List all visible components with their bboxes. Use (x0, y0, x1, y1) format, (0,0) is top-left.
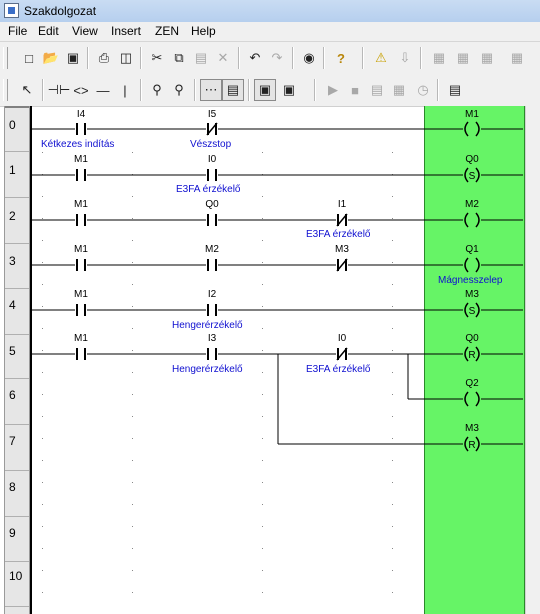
contact-label[interactable]: I1 (322, 199, 362, 210)
svg-text:S: S (469, 171, 476, 182)
contact-comment: E3FA érzékelő (176, 184, 241, 195)
contact-no[interactable] (206, 348, 218, 360)
contact-nc[interactable] (336, 213, 348, 227)
coil-comment: Mágnesszelep (438, 275, 503, 286)
coil[interactable] (463, 212, 481, 228)
contact-comment: Vészstop (190, 139, 232, 150)
contact-label[interactable]: I3 (192, 333, 232, 344)
coil[interactable]: S (463, 167, 481, 183)
coil[interactable]: S (463, 302, 481, 318)
contact-no[interactable] (206, 304, 218, 316)
contact-label[interactable]: I0 (322, 333, 362, 344)
coil-label[interactable]: M2 (452, 199, 492, 210)
coil-label[interactable]: Q0 (452, 154, 492, 165)
contact-comment: Hengerérzékelő (172, 364, 243, 375)
coil-label[interactable]: Q0 (452, 333, 492, 344)
contact-no[interactable] (75, 304, 87, 316)
coil-label[interactable]: Q1 (452, 244, 492, 255)
contact-label[interactable]: I4 (61, 109, 101, 120)
contact-comment: E3FA érzékelő (306, 229, 371, 240)
contact-no[interactable] (206, 214, 218, 226)
contact-nc[interactable] (336, 258, 348, 272)
contact-no[interactable] (75, 169, 87, 181)
contact-label[interactable]: I5 (192, 109, 232, 120)
coil-label[interactable]: M3 (452, 423, 492, 434)
contact-label[interactable]: M1 (61, 289, 101, 300)
contact-no[interactable] (75, 348, 87, 360)
contact-no[interactable] (75, 123, 87, 135)
coil[interactable] (463, 391, 481, 407)
contact-nc[interactable] (206, 122, 218, 136)
coil[interactable]: R (463, 436, 481, 452)
coil[interactable] (463, 257, 481, 273)
svg-text:S: S (469, 306, 476, 317)
contact-label[interactable]: I0 (192, 154, 232, 165)
contact-label[interactable]: I2 (192, 289, 232, 300)
contact-label[interactable]: M1 (61, 199, 101, 210)
contact-nc[interactable] (336, 347, 348, 361)
contact-label[interactable]: M1 (61, 333, 101, 344)
coil[interactable] (463, 121, 481, 137)
contact-label[interactable]: M1 (61, 154, 101, 165)
contact-label[interactable]: M3 (322, 244, 362, 255)
contact-label[interactable]: Q0 (192, 199, 232, 210)
coil[interactable]: R (463, 346, 481, 362)
contact-no[interactable] (206, 259, 218, 271)
contact-no[interactable] (75, 214, 87, 226)
contact-label[interactable]: M1 (61, 244, 101, 255)
ladder-diagram: S S R R (32, 121, 523, 593)
coil-label[interactable]: M1 (452, 109, 492, 120)
svg-text:R: R (468, 440, 475, 451)
contact-label[interactable]: M2 (192, 244, 232, 255)
coil-label[interactable]: M3 (452, 289, 492, 300)
contact-comment: Kétkezes indítás (41, 139, 115, 150)
contact-no[interactable] (206, 169, 218, 181)
coil-label[interactable]: Q2 (452, 378, 492, 389)
contact-comment: Hengerérzékelő (172, 320, 243, 331)
svg-text:R: R (468, 350, 475, 361)
contact-no[interactable] (75, 259, 87, 271)
contact-comment: E3FA érzékelő (306, 364, 371, 375)
